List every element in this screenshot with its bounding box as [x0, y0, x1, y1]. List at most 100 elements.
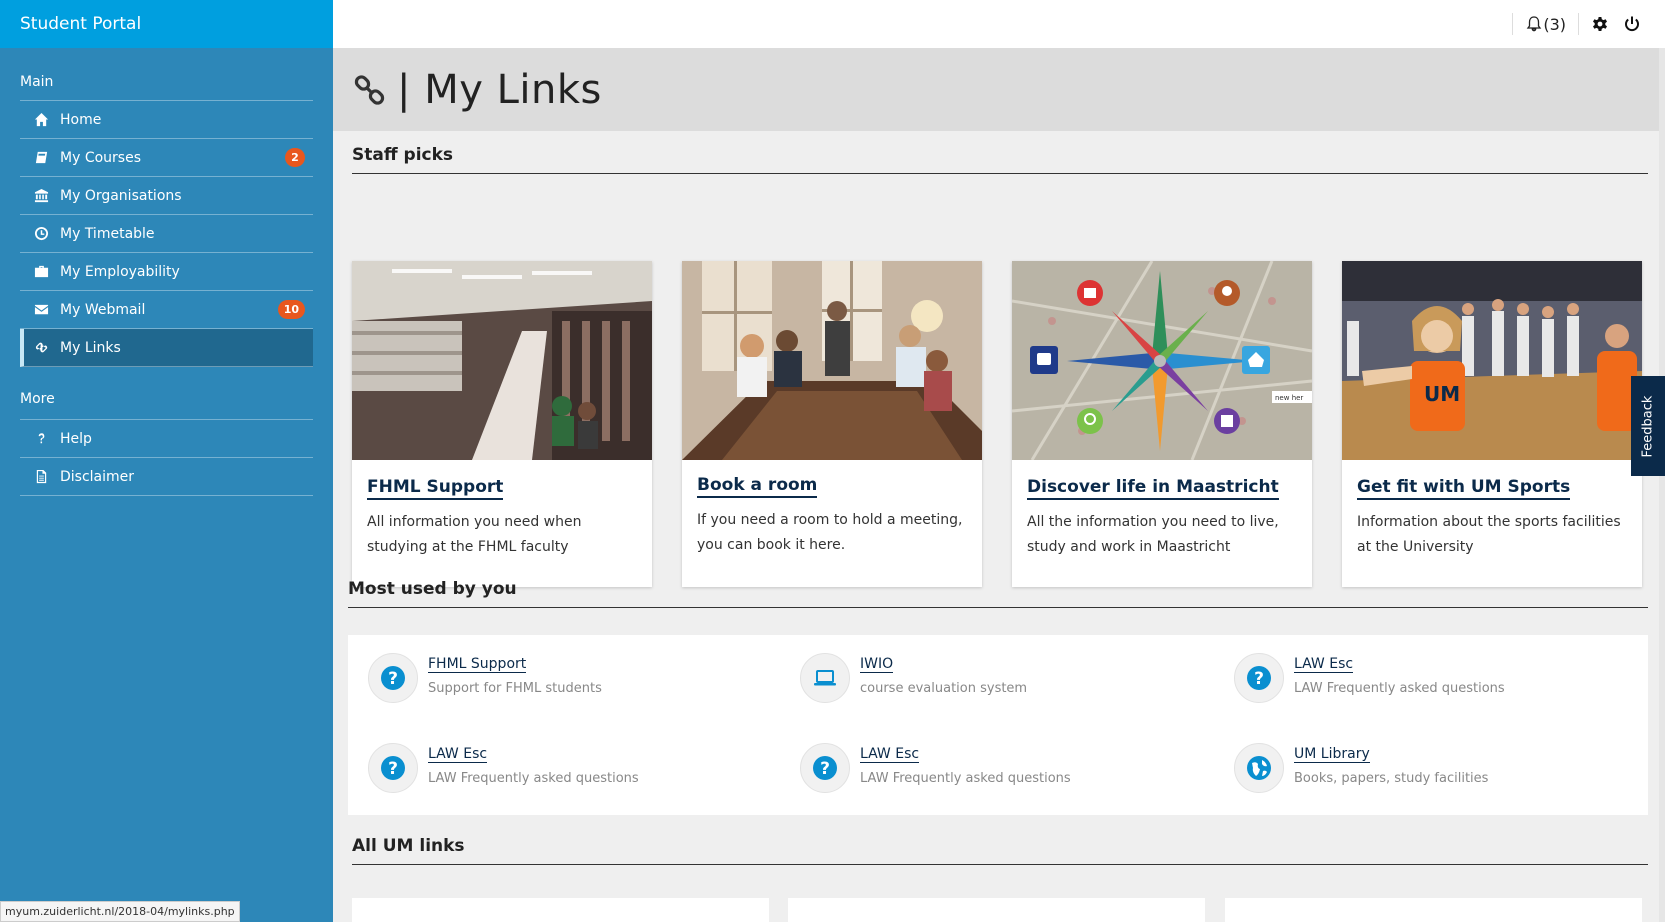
staff-pick-card[interactable]: FHML Support All information you need wh… [352, 261, 652, 587]
svg-text:?: ? [388, 759, 398, 779]
clock-icon [32, 225, 50, 243]
link-title[interactable]: FHML Support [428, 656, 527, 673]
sidebar: Student Portal Main Home My Courses 2 My… [0, 0, 333, 922]
most-used-link-law-esc[interactable]: ? LAW Esc LAW Frequently asked questions [1234, 653, 1505, 703]
nav-section-main: Main [20, 74, 54, 90]
sidebar-item-disclaimer[interactable]: Disclaimer [20, 458, 313, 496]
svg-text:?: ? [388, 669, 398, 689]
sidebar-item-label: My Courses [60, 149, 141, 166]
scrollbar[interactable] [1659, 48, 1665, 922]
status-url: myum.zuiderlicht.nl/2018-04/mylinks.php [0, 901, 240, 922]
sidebar-item-label: My Organisations [60, 187, 182, 204]
link-icon [354, 74, 385, 105]
card-title[interactable]: Book a room [697, 475, 818, 498]
question-icon: ? [800, 743, 850, 793]
link-title[interactable]: LAW Esc [1294, 656, 1354, 673]
divider [1578, 13, 1579, 35]
most-used-link-iwio[interactable]: IWIO course evaluation system [800, 653, 1027, 703]
notifications-button[interactable]: (3) [1525, 15, 1566, 34]
link-description: LAW Frequently asked questions [428, 771, 639, 786]
staff-pick-card[interactable]: UM Get fit with UM Sports Information ab… [1342, 261, 1642, 587]
page-title: | My Links [397, 66, 602, 113]
sidebar-item-help[interactable]: Help [20, 420, 313, 458]
nav-list-more: Help Disclaimer [20, 419, 313, 496]
question-icon: ? [368, 743, 418, 793]
card-description: All information you need when studying a… [367, 514, 582, 555]
card-description: If you need a room to hold a meeting, yo… [697, 512, 963, 553]
svg-text:UM: UM [1424, 382, 1460, 406]
sidebar-item-my-employability[interactable]: My Employability [20, 253, 313, 291]
logout-button[interactable] [1623, 15, 1641, 33]
link-icon [32, 339, 50, 357]
link-title[interactable]: UM Library [1294, 746, 1370, 763]
institution-icon [32, 187, 50, 205]
link-title[interactable]: IWIO [860, 656, 894, 673]
staff-pick-card[interactable]: new her Discover life in Maastricht All … [1012, 261, 1312, 587]
sidebar-item-label: My Timetable [60, 225, 155, 242]
notifications-count: (3) [1543, 14, 1566, 34]
card-title[interactable]: Get fit with UM Sports [1357, 477, 1571, 500]
book-icon [32, 149, 50, 167]
page-header: | My Links [333, 48, 1665, 131]
link-description: LAW Frequently asked questions [1294, 681, 1505, 696]
link-description: Books, papers, study facilities [1294, 771, 1489, 786]
most-used-link-fhml-support[interactable]: ? FHML Support Support for FHML students [368, 653, 602, 703]
most-used-link-um-library[interactable]: UM Library Books, papers, study faciliti… [1234, 743, 1488, 793]
most-used-link-law-esc[interactable]: ? LAW Esc LAW Frequently asked questions [368, 743, 639, 793]
sidebar-item-my-courses[interactable]: My Courses 2 [20, 139, 313, 177]
card-description: All the information you need to live, st… [1027, 514, 1279, 555]
courses-count-badge: 2 [285, 148, 305, 167]
top-bar: (3) [333, 0, 1665, 48]
webmail-count-badge: 10 [277, 300, 305, 319]
city-map-compass-image: new her [1012, 261, 1312, 460]
sidebar-item-label: Help [60, 430, 92, 447]
settings-button[interactable] [1591, 15, 1609, 33]
divider [1512, 13, 1514, 35]
staff-picks-heading: Staff picks [352, 145, 1648, 174]
staff-pick-card[interactable]: Book a room If you need a room to hold a… [682, 261, 982, 587]
question-icon [32, 430, 50, 448]
link-title[interactable]: LAW Esc [860, 746, 920, 763]
feedback-label: Feedback [1640, 395, 1656, 457]
envelope-icon [32, 301, 50, 319]
sidebar-item-my-links[interactable]: My Links [20, 329, 313, 367]
sidebar-item-label: My Employability [60, 263, 180, 280]
link-title[interactable]: LAW Esc [428, 746, 488, 763]
sidebar-item-my-organisations[interactable]: My Organisations [20, 177, 313, 215]
card-title[interactable]: FHML Support [367, 477, 504, 500]
nav-list-main: Home My Courses 2 My Organisations My Ti… [20, 100, 313, 367]
sidebar-item-my-timetable[interactable]: My Timetable [20, 215, 313, 253]
briefcase-icon [32, 263, 50, 281]
power-icon [1625, 16, 1639, 32]
sports-photo: UM [1342, 261, 1642, 460]
most-used-heading: Most used by you [348, 579, 1648, 608]
all-links-column [788, 898, 1205, 922]
link-description: Support for FHML students [428, 681, 602, 696]
card-title[interactable]: Discover life in Maastricht [1027, 477, 1279, 500]
most-used-panel: ? FHML Support Support for FHML students… [348, 635, 1648, 815]
link-description: course evaluation system [860, 681, 1028, 696]
sidebar-item-label: Disclaimer [60, 468, 135, 485]
link-description: LAW Frequently asked questions [860, 771, 1071, 786]
main-content: | My Links Staff picks FHML Support All … [333, 48, 1665, 922]
globe-icon [1234, 743, 1284, 793]
laptop-icon [800, 653, 850, 703]
svg-text:?: ? [1254, 669, 1264, 689]
feedback-tab[interactable]: Feedback [1631, 376, 1665, 476]
question-icon: ? [368, 653, 418, 703]
document-icon [32, 468, 50, 486]
sidebar-item-label: Home [60, 111, 102, 128]
sidebar-item-my-webmail[interactable]: My Webmail 10 [20, 291, 313, 329]
sidebar-item-label: My Links [60, 339, 121, 356]
top-actions: (3) [1500, 0, 1641, 48]
sidebar-item-label: My Webmail [60, 301, 146, 318]
all-links-column [352, 898, 769, 922]
svg-text:new her: new her [1275, 394, 1303, 402]
bell-icon [1527, 16, 1542, 32]
sidebar-item-home[interactable]: Home [20, 101, 313, 139]
all-links-column [1225, 898, 1642, 922]
svg-text:?: ? [820, 759, 830, 779]
most-used-link-law-esc[interactable]: ? LAW Esc LAW Frequently asked questions [800, 743, 1071, 793]
brand-title[interactable]: Student Portal [0, 0, 333, 48]
question-icon: ? [1234, 653, 1284, 703]
